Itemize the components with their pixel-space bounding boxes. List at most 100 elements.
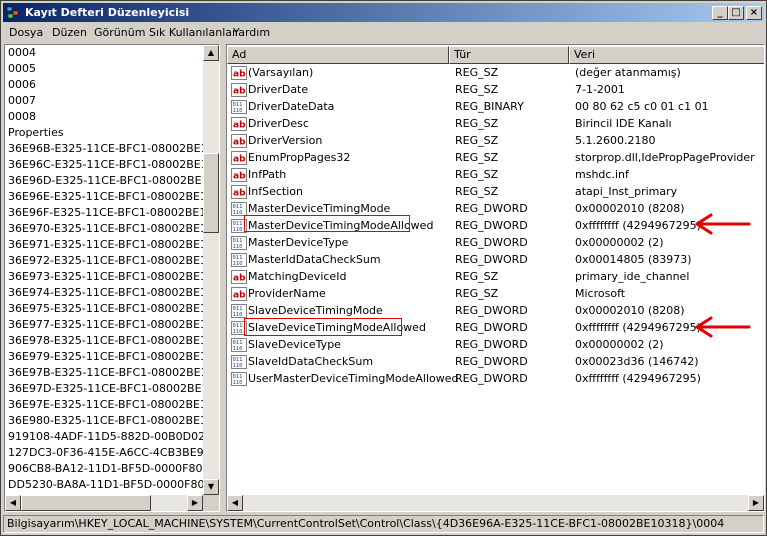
svg-text:ab: ab: [233, 70, 246, 80]
value-row[interactable]: ab ProviderName REG_SZ Microsoft: [227, 286, 764, 303]
scroll-thumb[interactable]: [203, 153, 219, 233]
tree-item[interactable]: 0008: [8, 110, 36, 126]
scroll-left-button[interactable]: ◀: [5, 495, 21, 511]
tree-item[interactable]: 0006: [8, 78, 36, 94]
svg-text:110: 110: [233, 108, 243, 114]
tree-item[interactable]: 36E97B-E325-11CE-BFC1-08002BE10318: [8, 366, 219, 382]
value-row[interactable]: ab (Varsayılan) REG_SZ (değer atanmamış): [227, 65, 764, 82]
value-row[interactable]: ab DriverDate REG_SZ 7-1-2001: [227, 82, 764, 99]
close-button[interactable]: ×: [746, 6, 762, 20]
tree-vertical-scrollbar[interactable]: ▲ ▼: [203, 45, 219, 495]
value-row[interactable]: 011 110 MasterIdDataCheckSum REG_DWORD 0x000…: [227, 252, 764, 269]
value-row[interactable]: 011 110 DriverDateData REG_BINARY 00 80 62 c…: [227, 99, 764, 116]
scroll-down-button[interactable]: ▼: [203, 479, 219, 495]
title-bar[interactable]: Kayıt Defteri Düzenleyicisi _ □ ×: [3, 3, 764, 22]
value-row[interactable]: ab MatchingDeviceId REG_SZ primary_ide_chan…: [227, 269, 764, 286]
tree-item[interactable]: 36E96D-E325-11CE-BFC1-08002BE10318: [8, 174, 219, 190]
tree-item[interactable]: 36E970-E325-11CE-BFC1-08002BE10318: [8, 222, 219, 238]
tree-item[interactable]: DD5230-BA8A-11D1-BF5D-0000F805F53: [8, 478, 219, 494]
tree-item[interactable]: 36E971-E325-11CE-BFC1-08002BE10318: [8, 238, 219, 254]
scroll-right-button[interactable]: ▶: [748, 495, 764, 511]
value-type: REG_DWORD: [455, 372, 528, 385]
tree-item[interactable]: 0007: [8, 94, 36, 110]
value-data: 0x00023d36 (146742): [575, 355, 699, 368]
tree-item[interactable]: 36E973-E325-11CE-BFC1-08002BE10318: [8, 270, 219, 286]
value-data: atapi_Inst_primary: [575, 185, 678, 198]
value-row[interactable]: ab InfPath REG_SZ mshdc.inf: [227, 167, 764, 184]
value-row[interactable]: 011 110 UserMasterDeviceTimingModeAllowed R…: [227, 371, 764, 388]
tree-item[interactable]: 36E975-E325-11CE-BFC1-08002BE10318: [8, 302, 219, 318]
menu-sik-kullanilanlar[interactable]: Sık Kullanılanlar: [149, 26, 237, 39]
menu-yardim[interactable]: Yardım: [233, 26, 270, 39]
binary-value-icon: 011110: [231, 338, 247, 352]
value-type: REG_SZ: [455, 83, 499, 96]
value-row[interactable]: 011 110 SlaveDeviceType REG_DWORD 0x00000002…: [227, 337, 764, 354]
tree-item[interactable]: 36E974-E325-11CE-BFC1-08002BE10318: [8, 286, 219, 302]
tree-horizontal-scrollbar[interactable]: ◀ ▶: [5, 495, 203, 511]
value-type: REG_DWORD: [455, 236, 528, 249]
scroll-right-button[interactable]: ▶: [187, 495, 203, 511]
tree-item[interactable]: 36E979-E325-11CE-BFC1-08002BE10318: [8, 350, 219, 366]
column-header-veri[interactable]: Veri: [569, 46, 764, 64]
svg-text:110: 110: [233, 363, 243, 369]
values-horizontal-scrollbar[interactable]: ◀ ▶: [227, 495, 764, 511]
menu-bar: Dosya Düzen Görünüm Sık Kullanılanlar Ya…: [3, 23, 764, 42]
tree-item[interactable]: 36E972-E325-11CE-BFC1-08002BE10318: [8, 254, 219, 270]
tree-item[interactable]: 127DC3-0F36-415E-A6CC-4CB3BE910B6: [8, 446, 219, 462]
tree-item[interactable]: 36E96B-E325-11CE-BFC1-08002BE10318: [8, 142, 219, 158]
value-data: Microsoft: [575, 287, 626, 300]
tree-item[interactable]: 36E96E-E325-11CE-BFC1-08002BE10318: [8, 190, 219, 206]
menu-dosya[interactable]: Dosya: [9, 26, 43, 39]
value-row[interactable]: 011 110 MasterDeviceType REG_DWORD 0x0000000…: [227, 235, 764, 252]
tree-item[interactable]: 36E980-E325-11CE-BFC1-08002BE10318: [8, 414, 219, 430]
menu-gorunum[interactable]: Görünüm: [94, 26, 145, 39]
tree-item[interactable]: 0004: [8, 46, 36, 62]
value-data: 0x00002010 (8208): [575, 304, 685, 317]
scroll-thumb-horizontal[interactable]: [21, 495, 151, 511]
tree-item[interactable]: 36E977-E325-11CE-BFC1-08002BE10318: [8, 318, 219, 334]
tree-item[interactable]: 36E97E-E325-11CE-BFC1-08002BE10318: [8, 398, 219, 414]
maximize-button[interactable]: □: [728, 6, 744, 20]
tree-item[interactable]: 36E97D-E325-11CE-BFC1-08002BE10318: [8, 382, 219, 398]
menu-duzen[interactable]: Düzen: [52, 26, 87, 39]
tree-item[interactable]: 36E96F-E325-11CE-BFC1-08002BE10318: [8, 206, 219, 222]
value-row[interactable]: ab DriverDesc REG_SZ Birincil IDE Kanalı: [227, 116, 764, 133]
value-row[interactable]: ab EnumPropPages32 REG_SZ storprop.dll,IdeP…: [227, 150, 764, 167]
binary-value-icon: 011110: [231, 100, 247, 114]
value-data: primary_ide_channel: [575, 270, 690, 283]
value-row[interactable]: ab DriverVersion REG_SZ 5.1.2600.2180: [227, 133, 764, 150]
tree-item[interactable]: 0005: [8, 62, 36, 78]
column-header-ad[interactable]: Ad: [227, 46, 449, 64]
column-header-tur[interactable]: Tür: [449, 46, 569, 64]
tree-item[interactable]: 36E978-E325-11CE-BFC1-08002BE10318: [8, 334, 219, 350]
value-name: InfSection: [248, 185, 303, 198]
binary-value-icon: 011110: [231, 355, 247, 369]
value-name: DriverDateData: [248, 100, 335, 113]
tree-item[interactable]: Properties: [8, 126, 64, 142]
scroll-up-button[interactable]: ▲: [203, 45, 219, 61]
value-row[interactable]: ab InfSection REG_SZ atapi_Inst_primary: [227, 184, 764, 201]
value-data: (değer atanmamış): [575, 66, 681, 79]
svg-text:ab: ab: [233, 291, 246, 301]
value-type: REG_SZ: [455, 117, 499, 130]
value-name: MasterIdDataCheckSum: [248, 253, 381, 266]
value-type: REG_DWORD: [455, 338, 528, 351]
key-tree-pane[interactable]: 0004 0005 0006 0007 0008 Properties 36E96B-E32…: [4, 44, 220, 512]
value-row[interactable]: 011 110 SlaveIdDataCheckSum REG_DWORD 0x0002…: [227, 354, 764, 371]
values-list-pane[interactable]: Ad Tür Veri ab (Varsayılan) REG_SZ (değer a…: [226, 44, 765, 512]
svg-text:110: 110: [233, 380, 243, 386]
tree-item[interactable]: 36E96C-E325-11CE-BFC1-08002BE10318: [8, 158, 219, 174]
tree-item[interactable]: 919108-4ADF-11D5-882D-00B0D02FE38: [8, 430, 219, 446]
svg-text:110: 110: [233, 227, 243, 233]
scroll-left-button[interactable]: ◀: [227, 495, 243, 511]
minimize-button[interactable]: _: [712, 6, 728, 20]
value-data: 00 80 62 c5 c0 01 c1 01: [575, 100, 709, 113]
tree-item[interactable]: 906CB8-BA12-11D1-BF5D-0000F805F530: [8, 462, 219, 478]
value-type: REG_BINARY: [455, 100, 524, 113]
annotation-box-master: [244, 215, 410, 232]
svg-text:110: 110: [233, 312, 243, 318]
string-value-icon: ab: [231, 117, 247, 131]
value-type: REG_SZ: [455, 270, 499, 283]
svg-text:110: 110: [233, 261, 243, 267]
value-name: DriverDesc: [248, 117, 309, 130]
